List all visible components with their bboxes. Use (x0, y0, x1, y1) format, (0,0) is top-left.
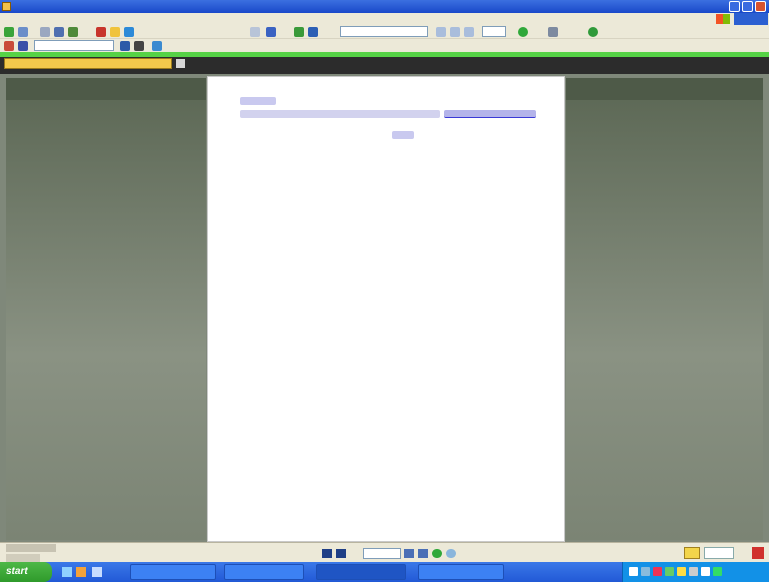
zoom-out-icon[interactable] (308, 27, 318, 37)
tool-icon[interactable] (18, 41, 28, 51)
address-input[interactable] (34, 40, 114, 51)
zoom-field[interactable] (482, 26, 506, 37)
minimize-button[interactable] (729, 1, 740, 12)
taskbar-item[interactable] (224, 564, 304, 580)
forward-icon[interactable] (18, 27, 28, 37)
app-icon (2, 2, 11, 11)
actual-size-icon[interactable] (464, 27, 474, 37)
fit-page-icon[interactable] (436, 27, 446, 37)
page-size-label (6, 544, 56, 552)
page-number-field[interactable] (363, 548, 401, 559)
back-icon[interactable] (4, 27, 14, 37)
tray-icon[interactable] (665, 567, 674, 576)
search-icon[interactable] (124, 27, 134, 37)
go-icon[interactable] (120, 41, 130, 51)
stop-icon[interactable] (96, 27, 106, 37)
tray-icon[interactable] (677, 567, 686, 576)
title-bar (0, 0, 769, 13)
tray-icon[interactable] (689, 567, 698, 576)
maximize-button[interactable] (742, 1, 753, 12)
close-button[interactable] (755, 1, 766, 12)
menu-item[interactable] (230, 14, 256, 24)
menu-item[interactable] (72, 14, 108, 24)
menu-bar (0, 13, 769, 25)
select-tool-icon[interactable] (250, 27, 260, 37)
view-mode-icon[interactable] (704, 547, 734, 559)
document-tab[interactable] (4, 58, 172, 69)
status-bar (0, 542, 769, 562)
system-tray (622, 562, 769, 582)
toolbar-badge (734, 13, 768, 25)
taskbar-item[interactable] (130, 564, 216, 580)
go-forward-icon[interactable] (446, 549, 456, 558)
tray-icon[interactable] (641, 567, 650, 576)
tab-strip-accent (0, 52, 769, 57)
tool-icon[interactable] (134, 41, 144, 51)
hand-tool-icon[interactable] (266, 27, 276, 37)
print-icon[interactable] (68, 27, 78, 37)
close-tab-icon[interactable] (176, 59, 185, 68)
help-icon[interactable] (548, 27, 558, 37)
document-text-line (392, 131, 414, 139)
tray-icon[interactable] (713, 567, 722, 576)
tool-icon[interactable] (152, 41, 162, 51)
toolbar-secondary (0, 39, 769, 52)
right-panel (566, 78, 763, 540)
taskbar: start (0, 562, 769, 582)
toolbar-primary (0, 25, 769, 39)
menu-item[interactable] (38, 14, 66, 24)
view-mode-icon[interactable] (684, 547, 700, 559)
left-panel (6, 78, 206, 540)
first-page-icon[interactable] (322, 549, 332, 558)
tray-icon[interactable] (701, 567, 710, 576)
windows-logo-icon (716, 14, 730, 24)
zoom-go-icon[interactable] (518, 27, 528, 37)
clock (733, 566, 765, 578)
document-page[interactable] (207, 76, 565, 542)
quick-launch-icon[interactable] (76, 567, 86, 577)
menu-item[interactable] (16, 14, 30, 24)
document-text-line (240, 97, 276, 105)
next-page-icon[interactable] (404, 549, 414, 558)
fit-width-icon[interactable] (450, 27, 460, 37)
document-tab-strip (0, 52, 769, 74)
taskbar-item-active[interactable] (316, 564, 406, 580)
refresh-icon[interactable] (588, 27, 598, 37)
document-text-line (240, 110, 440, 118)
save-icon[interactable] (54, 27, 64, 37)
document-link[interactable] (444, 110, 536, 118)
go-back-icon[interactable] (432, 549, 442, 558)
taskbar-item[interactable] (418, 564, 504, 580)
menu-item[interactable] (158, 14, 188, 24)
alert-icon[interactable] (752, 547, 764, 559)
menu-item[interactable] (194, 14, 224, 24)
right-panel-header (566, 78, 763, 100)
tray-icon[interactable] (653, 567, 662, 576)
menu-item[interactable] (114, 14, 152, 24)
quick-launch-icon[interactable] (62, 567, 72, 577)
last-page-icon[interactable] (418, 549, 428, 558)
bookmarks-label[interactable] (6, 554, 40, 562)
zoom-in-icon[interactable] (294, 27, 304, 37)
search-input[interactable] (340, 26, 428, 37)
window-title (14, 1, 654, 12)
home-icon[interactable] (40, 27, 50, 37)
previous-page-icon[interactable] (336, 549, 346, 558)
tool-icon[interactable] (4, 41, 14, 51)
quick-launch-icon[interactable] (92, 567, 102, 577)
left-panel-header (6, 78, 206, 100)
start-button[interactable]: start (0, 562, 52, 582)
folder-icon[interactable] (110, 27, 120, 37)
tray-icon[interactable] (629, 567, 638, 576)
